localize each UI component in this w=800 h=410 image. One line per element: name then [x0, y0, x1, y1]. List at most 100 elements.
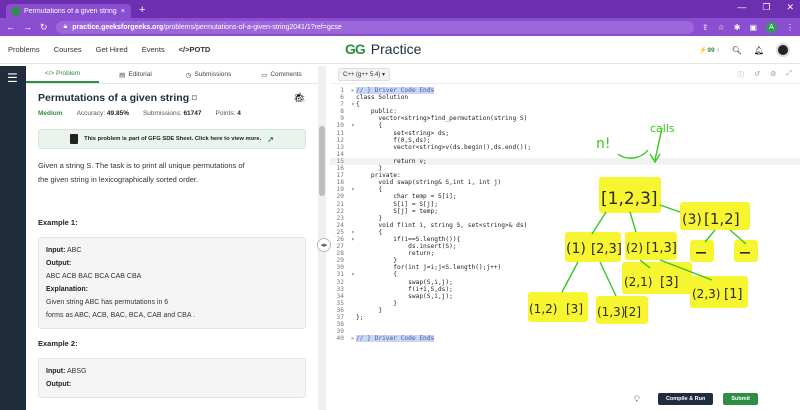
code-line[interactable]: 16 }: [330, 165, 800, 172]
external-link-icon: ↗: [267, 134, 274, 144]
line-number: 10: [336, 122, 344, 130]
code-line[interactable]: 1 ▸// } Driver Code Ends: [330, 87, 800, 95]
code-text: for(int j=i;j<S.length();j++): [356, 264, 502, 272]
code-line[interactable]: 13 vector<string>v(ds.begin(),ds.end());: [330, 144, 800, 151]
sidebar-icon[interactable]: ▣: [749, 23, 757, 32]
lightbulb-icon[interactable]: 💡︎: [634, 394, 640, 405]
search-icon[interactable]: 🔍︎: [732, 46, 742, 55]
settings-icon[interactable]: ⚙: [770, 70, 776, 80]
code-line[interactable]: 32 swap(S,i,j);: [330, 279, 800, 286]
info-icon[interactable]: ⓘ: [737, 70, 744, 80]
scrollbar-thumb[interactable]: [319, 126, 325, 196]
code-line[interactable]: 15 return v;: [330, 157, 800, 166]
back-arrow-icon[interactable]: ←: [6, 22, 15, 32]
reset-icon[interactable]: ↺: [754, 70, 760, 80]
output-label: Output:: [46, 260, 72, 267]
code-line[interactable]: 23 }: [330, 215, 800, 222]
tab-submissions[interactable]: ◷ Submissions: [172, 66, 245, 83]
code-line[interactable]: 24 void f(int i, string S, set<string>& …: [330, 222, 800, 229]
nav-courses[interactable]: Courses: [54, 45, 82, 54]
tab-comments[interactable]: ▭ Comments: [245, 66, 318, 83]
line-number: 11: [336, 129, 344, 137]
code-line[interactable]: 33 f(i+1,S,ds);: [330, 286, 800, 293]
nav-get-hired[interactable]: Get Hired: [96, 45, 128, 54]
sde-sheet-banner[interactable]: This problem is part of GFG SDE Sheet. C…: [38, 129, 306, 149]
language-select[interactable]: C++ (g++ 5.4) ▾: [338, 68, 391, 81]
extensions-icon[interactable]: ✱: [734, 23, 741, 32]
code-line[interactable]: 22 S[j] = temp;: [330, 208, 800, 215]
code-line[interactable]: 11 set<string> ds;: [330, 130, 800, 137]
code-line[interactable]: 17 private:: [330, 172, 800, 179]
fold-arrow-icon: [351, 328, 356, 335]
explanation-line: Given string ABC has permutations in 6: [46, 299, 169, 306]
code-line[interactable]: 25 ▾ {: [330, 229, 800, 236]
code-line[interactable]: 21 S[i] = S[j];: [330, 201, 800, 208]
streak-counter[interactable]: ⚡99 ↑: [699, 46, 719, 54]
share-icon[interactable]: ⇪: [702, 23, 709, 32]
code-line[interactable]: 27 ds.insert(S);: [330, 243, 800, 250]
logo-word: Practice: [370, 41, 422, 57]
fullscreen-icon[interactable]: ⤢: [786, 70, 792, 80]
toolbar-icons: ⇪ ☆ ✱ ▣ A ⋮: [702, 21, 794, 33]
code-line[interactable]: 39: [330, 328, 800, 335]
maximize-button[interactable]: ❐: [762, 2, 770, 13]
code-line[interactable]: 8 public:: [330, 108, 800, 115]
forward-arrow-icon[interactable]: →: [23, 22, 32, 32]
code-line[interactable]: 10 ▾ {: [330, 122, 800, 129]
code-editor[interactable]: C++ (g++ 5.4) ▾ ⓘ ↺ ⚙ ⤢ 1 ▸// } Driver Co…: [330, 66, 800, 410]
code-line[interactable]: 7 ▾{: [330, 101, 800, 108]
pane-resize-handle-icon[interactable]: ◂▸: [317, 238, 331, 252]
code-line[interactable]: 19 ▾ {: [330, 186, 800, 193]
bug-report-icon[interactable]: 🐞︎: [293, 93, 306, 104]
browser-tab-title: Permutations of a given string | P: [24, 7, 117, 15]
submit-button[interactable]: Submit: [723, 393, 758, 405]
code-line[interactable]: 40 ▸// } Driver Code Ends: [330, 335, 800, 343]
tab-editorial[interactable]: ▤ Editorial: [99, 66, 172, 83]
code-line[interactable]: 14: [330, 151, 800, 158]
browser-tab[interactable]: Permutations of a given string | P ×: [6, 4, 131, 18]
description-line: the given string in lexicographically so…: [38, 175, 199, 184]
new-tab-button[interactable]: +: [139, 4, 145, 16]
minimize-button[interactable]: —: [737, 2, 746, 13]
line-number: 30: [336, 264, 344, 272]
hamburger-menu-icon[interactable]: ☰: [7, 71, 26, 85]
nav-potd[interactable]: </>POTD: [179, 45, 211, 54]
output-value: ABC ACB BAC BCA CAB CBA: [46, 273, 142, 280]
code-line[interactable]: 31 ▾ {: [330, 271, 800, 278]
code-line[interactable]: 12 f(0,S,ds);: [330, 137, 800, 144]
code-line[interactable]: 6 class Solution: [330, 94, 800, 101]
code-line[interactable]: 9 vector<string>find_permutation(string …: [330, 115, 800, 122]
code-line[interactable]: 38: [330, 321, 800, 328]
code-area[interactable]: 1 ▸// } Driver Code Ends 6 class Solution 7 ▾…: [330, 87, 800, 343]
gfg-practice-logo[interactable]: GG Practice: [345, 41, 421, 57]
site-nav: Problems Courses Get Hired Events </>POT…: [8, 45, 210, 54]
bookmark-icon[interactable]: ⌑: [192, 93, 197, 103]
bell-icon[interactable]: 🔔︎: [754, 46, 764, 55]
tab-problem[interactable]: </> Problem: [26, 66, 99, 83]
close-window-button[interactable]: ✕: [786, 2, 794, 13]
code-line[interactable]: 30 for(int j=i;j<S.length();j++): [330, 264, 800, 271]
code-line[interactable]: 26 ▾ if(i==S.length()){: [330, 236, 800, 243]
star-icon[interactable]: ☆: [718, 23, 725, 32]
code-line[interactable]: 36 }: [330, 307, 800, 314]
browser-tab-strip: Permutations of a given string | P × + —…: [0, 0, 800, 18]
close-tab-icon[interactable]: ×: [121, 8, 125, 15]
code-line[interactable]: 28 return;: [330, 250, 800, 257]
compile-run-button[interactable]: Compile & Run: [657, 393, 714, 405]
reload-icon[interactable]: ↻: [40, 22, 48, 33]
nav-events[interactable]: Events: [142, 45, 165, 54]
code-line[interactable]: 34 swap(S,i,j);: [330, 293, 800, 300]
menu-kebab-icon[interactable]: ⋮: [786, 23, 794, 32]
code-line[interactable]: 29 }: [330, 257, 800, 264]
code-line[interactable]: 35 }: [330, 300, 800, 307]
code-line[interactable]: 37};: [330, 314, 800, 321]
profile-avatar[interactable]: A: [766, 21, 777, 33]
code-line[interactable]: 20 char temp = S[i];: [330, 193, 800, 200]
code-text: swap(S,i,j);: [356, 292, 453, 300]
code-text: return;: [356, 250, 435, 258]
user-avatar[interactable]: [776, 43, 790, 57]
nav-problems[interactable]: Problems: [8, 45, 40, 54]
code-line[interactable]: 18 void swap(string& S,int i, int j): [330, 179, 800, 186]
problem-title-text: Permutations of a given string: [38, 92, 190, 104]
url-field[interactable]: 🔒︎ practice.geeksforgeeks.org/problems/p…: [55, 20, 694, 34]
